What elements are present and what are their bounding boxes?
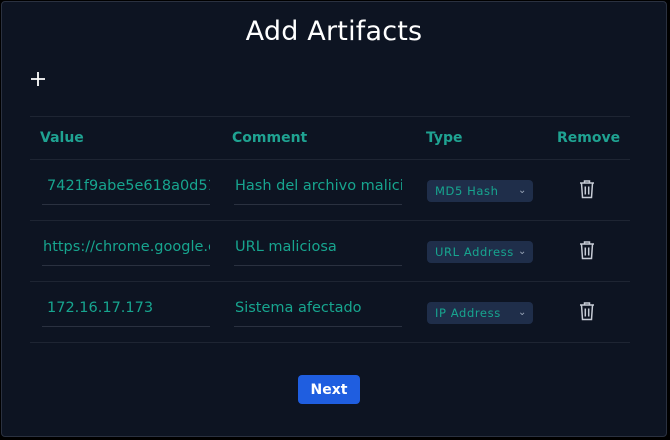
trash-icon[interactable]: [578, 301, 596, 321]
next-button[interactable]: Next: [298, 375, 360, 404]
type-select-value: URL Address: [435, 245, 514, 259]
value-input[interactable]: 172.16.17.173: [42, 297, 210, 327]
header-remove: Remove: [557, 130, 621, 146]
table-row: https://chrome.google.c URL maliciosa UR…: [30, 221, 630, 282]
trash-icon[interactable]: [578, 179, 596, 199]
type-select[interactable]: IP Address ⌄: [427, 302, 533, 324]
comment-input[interactable]: Hash del archivo malicio: [234, 175, 402, 205]
trash-icon[interactable]: [578, 240, 596, 260]
chevron-down-icon: ⌄: [518, 246, 527, 257]
add-artifacts-dialog: Add Artifacts Value Comment Type Remove …: [1, 1, 667, 437]
header-comment: Comment: [232, 130, 308, 146]
plus-icon[interactable]: [27, 68, 49, 90]
dialog-title: Add Artifacts: [245, 16, 423, 47]
comment-input[interactable]: Sistema afectado: [234, 297, 402, 327]
value-input[interactable]: 7421f9abe5e618a0d51: [42, 175, 210, 205]
type-select[interactable]: URL Address ⌄: [427, 241, 533, 263]
type-select-value: MD5 Hash: [435, 184, 499, 198]
table-header: Value Comment Type Remove: [30, 116, 630, 160]
artifacts-table: Value Comment Type Remove 7421f9abe5e618…: [30, 116, 630, 343]
type-select-value: IP Address: [435, 306, 501, 320]
comment-input[interactable]: URL maliciosa: [234, 236, 402, 266]
type-select[interactable]: MD5 Hash ⌄: [427, 180, 533, 202]
chevron-down-icon: ⌄: [518, 307, 527, 318]
header-type: Type: [426, 130, 463, 146]
chevron-down-icon: ⌄: [518, 185, 527, 196]
table-row: 7421f9abe5e618a0d51 Hash del archivo mal…: [30, 160, 630, 221]
value-input[interactable]: https://chrome.google.c: [42, 236, 210, 266]
table-row: 172.16.17.173 Sistema afectado IP Addres…: [30, 282, 630, 343]
header-value: Value: [40, 130, 84, 146]
